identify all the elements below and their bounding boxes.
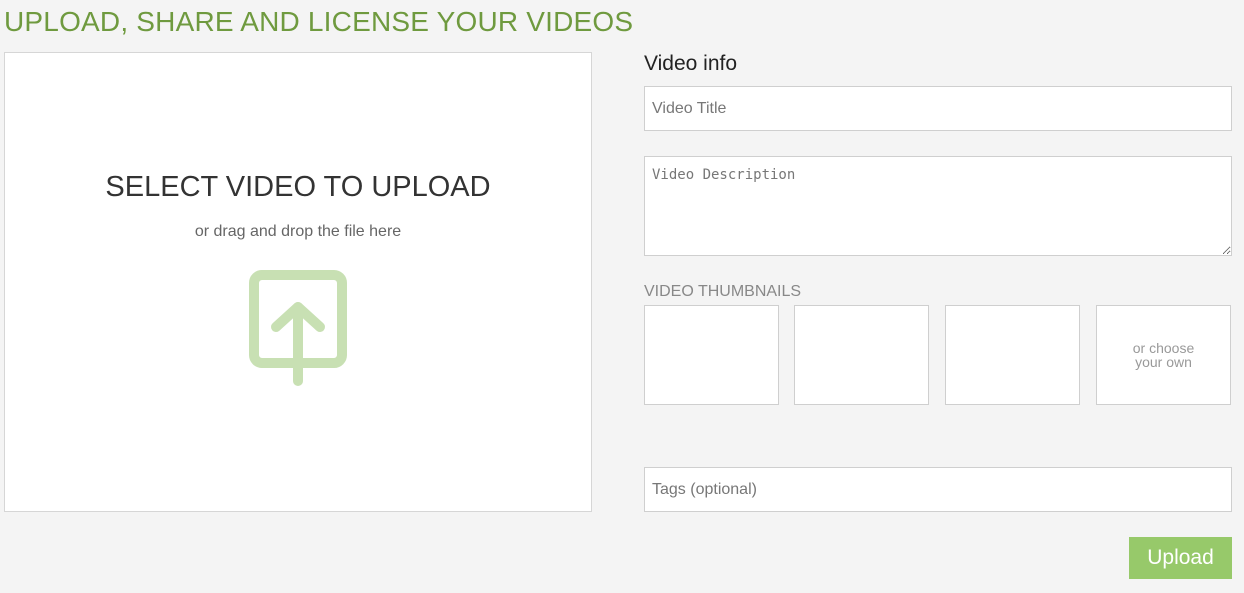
upload-button[interactable]: Upload: [1129, 537, 1232, 579]
choose-own-label: or choose your own: [1132, 340, 1195, 370]
dropzone-heading: SELECT VIDEO TO UPLOAD: [105, 171, 491, 203]
thumbnail-option-2[interactable]: [794, 305, 929, 405]
video-title-input[interactable]: [644, 86, 1232, 131]
choose-own-thumbnail[interactable]: or choose your own: [1096, 305, 1231, 405]
upload-page: UPLOAD, SHARE AND LICENSE YOUR VIDEOS SE…: [0, 0, 1244, 593]
video-dropzone[interactable]: SELECT VIDEO TO UPLOAD or drag and drop …: [4, 52, 592, 512]
thumbnail-option-1[interactable]: [644, 305, 779, 405]
thumbnail-option-3[interactable]: [945, 305, 1080, 405]
video-thumbnails-label: VIDEO THUMBNAILS: [644, 283, 802, 300]
upload-arrow-icon: [249, 270, 347, 386]
video-info-heading: Video info: [644, 52, 738, 75]
tags-input[interactable]: [644, 467, 1232, 512]
dropzone-subtext: or drag and drop the file here: [194, 223, 402, 240]
video-description-input[interactable]: [644, 156, 1232, 256]
page-title: UPLOAD, SHARE AND LICENSE YOUR VIDEOS: [4, 6, 634, 37]
